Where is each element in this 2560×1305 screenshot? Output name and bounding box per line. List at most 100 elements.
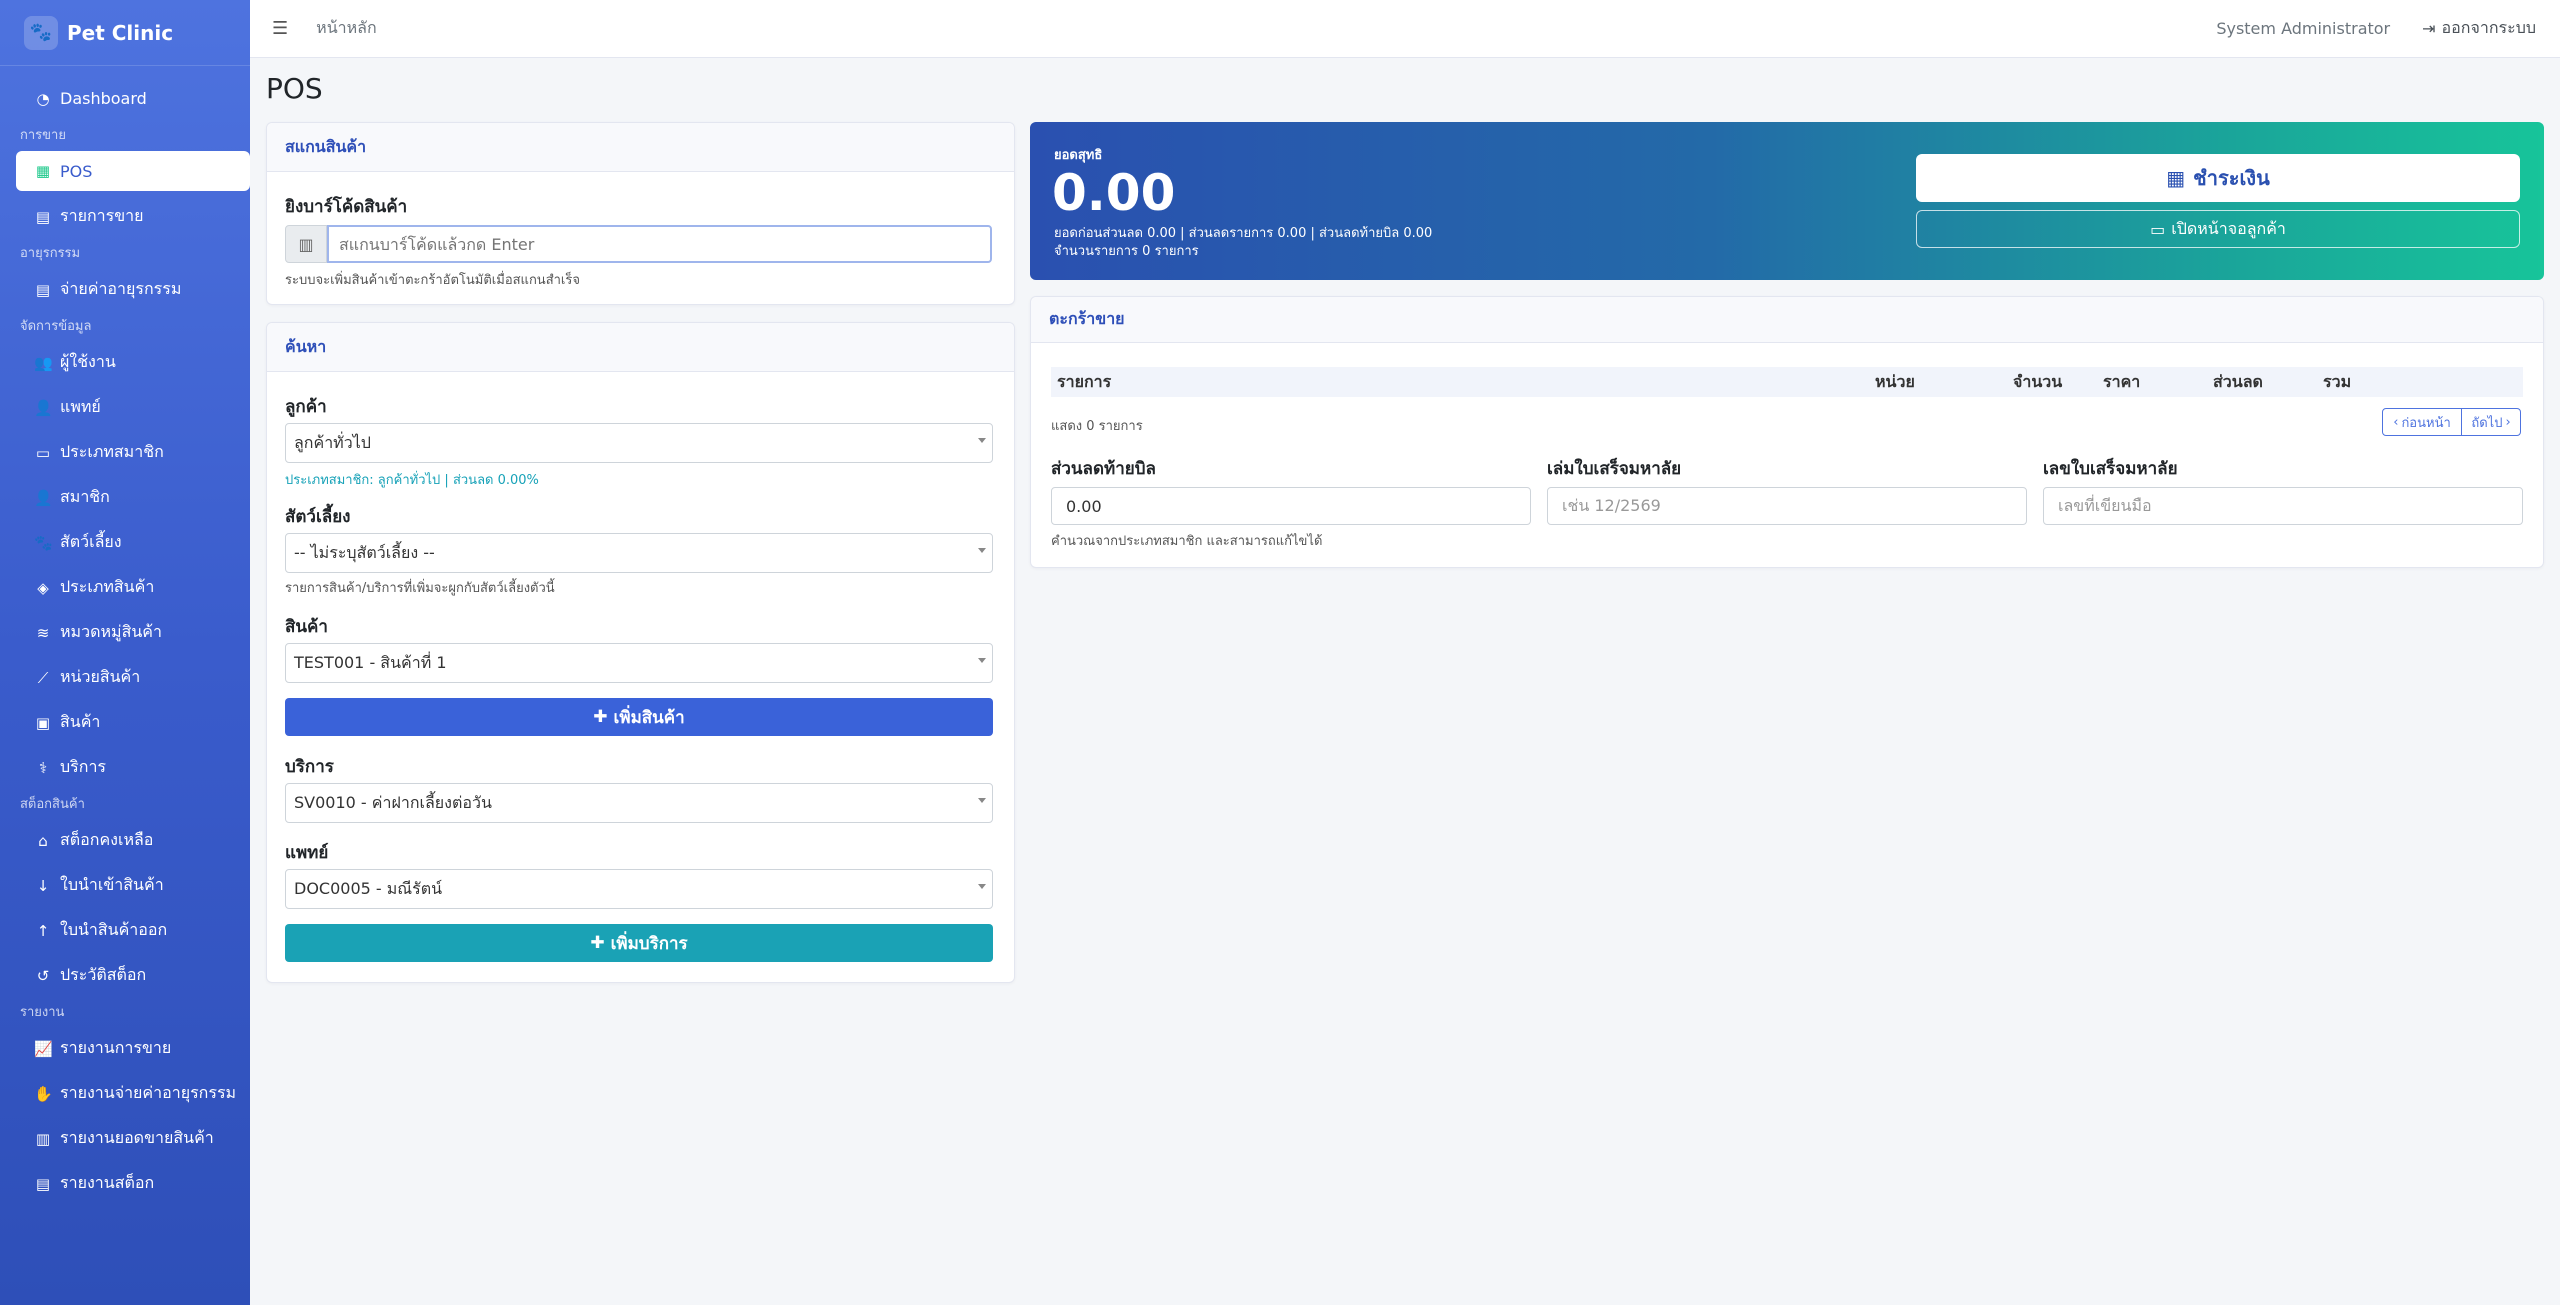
- hand-holding-icon: ✋: [34, 1084, 53, 1103]
- brand[interactable]: 🐾 Pet Clinic: [0, 0, 250, 66]
- product-select[interactable]: TEST001 - สินค้าที่ 1: [285, 643, 993, 683]
- receipt-book-input[interactable]: เช่น 12/2569: [1547, 487, 2027, 525]
- plus-icon: ✚: [590, 933, 605, 953]
- search-card: ค้นหา ลูกค้า ลูกค้าทั่วไป ประเภทสมาชิก: …: [266, 322, 1015, 983]
- sidebar-item-member-types[interactable]: ▭ ประเภทสมาชิก: [16, 430, 250, 475]
- sidebar-item-stock-history[interactable]: ↺ ประวัติสต็อก: [16, 953, 250, 998]
- sidebar-item-doctors[interactable]: 👤 แพทย์: [16, 385, 250, 430]
- sidebar-item-product-types[interactable]: ◈ ประเภทสินค้า: [16, 565, 250, 610]
- bill-discount-input[interactable]: 0.00: [1051, 487, 1531, 525]
- section-stock: สต็อกสินค้า: [20, 797, 85, 812]
- arrow-down-icon: ↓: [36, 876, 50, 895]
- chevron-right-icon: ›: [2505, 414, 2511, 430]
- user-icon: 👤: [34, 488, 53, 507]
- sidebar-item-pets[interactable]: 🐾 สัตว์เลี้ยง: [16, 520, 250, 565]
- file-icon: ▤: [35, 207, 51, 226]
- search-card-header: ค้นหา: [267, 323, 1014, 372]
- customer-select[interactable]: ลูกค้าทั่วไป: [285, 423, 993, 463]
- clipboard-icon: ▤: [35, 1174, 51, 1193]
- pay-button[interactable]: ▦ ชำระเงิน: [1916, 154, 2520, 202]
- barcode-help: ระบบจะเพิ่มสินค้าเข้าตะกร้าอัตโนมัติเมื่…: [285, 273, 580, 288]
- prev-page-button[interactable]: ‹ ก่อนหน้า: [2382, 408, 2462, 436]
- next-page-button[interactable]: ถัดไป ›: [2461, 408, 2521, 436]
- customer-help: ประเภทสมาชิก: ลูกค้าทั่วไป | ส่วนลด 0.00…: [285, 473, 539, 488]
- file-icon: ▤: [35, 280, 51, 299]
- arrow-up-icon: ↑: [36, 921, 50, 940]
- ruler-icon: ⟋: [37, 668, 49, 687]
- customer-display-button[interactable]: ▭ เปิดหน้าจอลูกค้า: [1916, 210, 2520, 248]
- barcode-icon: ▥: [285, 225, 327, 263]
- summary-count: จำนวนรายการ 0 รายการ: [1054, 244, 1199, 259]
- chart-line-icon: 📈: [34, 1039, 53, 1058]
- col-discount: ส่วนลด: [2213, 371, 2263, 391]
- net-total-label: ยอดสุทธิ: [1054, 148, 1103, 163]
- breadcrumb[interactable]: หน้าหลัก: [316, 16, 377, 41]
- cash-register-icon: ▦: [35, 162, 51, 180]
- sidebar-item-dashboard[interactable]: ◔ Dashboard: [16, 76, 250, 121]
- logout-button[interactable]: ⇥ ออกจากระบบ: [2422, 16, 2536, 41]
- sidebar-item-report-stock[interactable]: ▤ รายงานสต็อก: [16, 1161, 250, 1206]
- add-service-button[interactable]: ✚ เพิ่มบริการ: [285, 924, 993, 962]
- receipt-no-input[interactable]: เลขที่เขียนมือ: [2043, 487, 2523, 525]
- sidebar-item-product-categories[interactable]: ≋ หมวดหมู่สินค้า: [16, 610, 250, 655]
- doctor-select[interactable]: DOC0005 - มณีรัตน์: [285, 869, 993, 909]
- bill-discount-label: ส่วนลดท้ายบิล: [1051, 459, 1156, 479]
- chevron-left-icon: ‹: [2393, 414, 2399, 430]
- layers-icon: ≋: [36, 623, 50, 642]
- sidebar-item-stock-in[interactable]: ↓ ใบนำเข้าสินค้า: [16, 863, 250, 908]
- section-report: รายงาน: [20, 1005, 65, 1020]
- pet-select[interactable]: -- ไม่ระบุสัตว์เลี้ยง --: [285, 533, 993, 573]
- summary-panel: ยอดสุทธิ 0.00 ยอดก่อนส่วนลด 0.00 | ส่วนล…: [1030, 122, 2544, 280]
- chevron-down-icon: [978, 884, 986, 889]
- add-product-button[interactable]: ✚ เพิ่มสินค้า: [285, 698, 993, 736]
- user-name[interactable]: System Administrator: [2216, 19, 2390, 38]
- sidebar-item-product-units[interactable]: ⟋ หน่วยสินค้า: [16, 655, 250, 700]
- sidebar-item-stock-balance[interactable]: ⌂ สต็อกคงเหลือ: [16, 818, 250, 863]
- pet-help: รายการสินค้า/บริการที่เพิ่มจะผูกกับสัตว์…: [285, 581, 555, 596]
- sidebar-item-members[interactable]: 👤 สมาชิก: [16, 475, 250, 520]
- sidebar-item-sales-list[interactable]: ▤ รายการขาย: [16, 194, 250, 239]
- doctor-label: แพทย์: [285, 843, 329, 863]
- scan-card: สแกนสินค้า ยิงบาร์โค้ดสินค้า ▥ ระบบจะเพิ…: [266, 122, 1015, 305]
- bill-discount-help: คำนวณจากประเภทสมาชิก และสามารถแก้ไขได้: [1051, 534, 1323, 549]
- stethoscope-icon: ⚕: [38, 758, 48, 777]
- doctor-icon: 👤: [34, 398, 53, 417]
- barcode-input[interactable]: [327, 225, 992, 263]
- page-title: POS: [266, 72, 323, 105]
- cart-showing: แสดง 0 รายการ: [1051, 419, 1143, 434]
- chevron-down-icon: [978, 438, 986, 443]
- cash-register-icon: ▦: [2166, 166, 2186, 190]
- history-icon: ↺: [36, 966, 50, 985]
- sidebar-item-stock-out[interactable]: ↑ ใบนำสินค้าออก: [16, 908, 250, 953]
- sidebar-item-services[interactable]: ⚕ บริการ: [16, 745, 250, 790]
- plus-icon: ✚: [593, 707, 608, 727]
- customer-label: ลูกค้า: [285, 397, 327, 417]
- pet-label: สัตว์เลี้ยง: [285, 507, 351, 527]
- service-label: บริการ: [285, 757, 334, 777]
- sidebar-item-products[interactable]: ▣ สินค้า: [16, 700, 250, 745]
- paw-icon: 🐾: [34, 533, 53, 552]
- cart-card: ตะกร้าขาย รายการ หน่วย จำนวน ราคา ส่วนลด…: [1030, 296, 2544, 568]
- sidebar-item-report-commission[interactable]: ✋ รายงานจ่ายค่าอายุรกรรม: [16, 1071, 250, 1116]
- section-commission: อายุรกรรม: [20, 246, 81, 261]
- section-sales: การขาย: [20, 128, 66, 143]
- service-select[interactable]: SV0010 - ค่าฝากเลี้ยงต่อวัน: [285, 783, 993, 823]
- col-unit: หน่วย: [1875, 371, 1915, 391]
- sign-out-icon: ⇥: [2422, 19, 2436, 38]
- monitor-icon: ▭: [2150, 219, 2166, 239]
- sidebar-item-report-sales[interactable]: 📈 รายงานการขาย: [16, 1026, 250, 1071]
- sidebar-item-pos[interactable]: ▦ POS: [16, 151, 250, 191]
- receipt-no-label: เลขใบเสร็จมหาลัย: [2043, 459, 2178, 479]
- menu-toggle-icon[interactable]: ☰: [272, 18, 288, 39]
- box-icon: ▣: [35, 713, 51, 732]
- sidebar-item-pay-commission[interactable]: ▤ จ่ายค่าอายุรกรรม: [16, 267, 250, 312]
- tags-icon: ◈: [37, 578, 49, 597]
- id-card-icon: ▭: [35, 443, 51, 462]
- users-icon: 👥: [34, 353, 53, 372]
- col-item: รายการ: [1057, 371, 1112, 391]
- sidebar-item-report-product-sales[interactable]: ▥ รายงานยอดขายสินค้า: [16, 1116, 250, 1161]
- barcode-icon: ▥: [35, 1129, 51, 1148]
- product-label: สินค้า: [285, 617, 328, 637]
- sidebar-item-users[interactable]: 👥 ผู้ใช้งาน: [16, 340, 250, 385]
- section-manage: จัดการข้อมูล: [20, 319, 92, 334]
